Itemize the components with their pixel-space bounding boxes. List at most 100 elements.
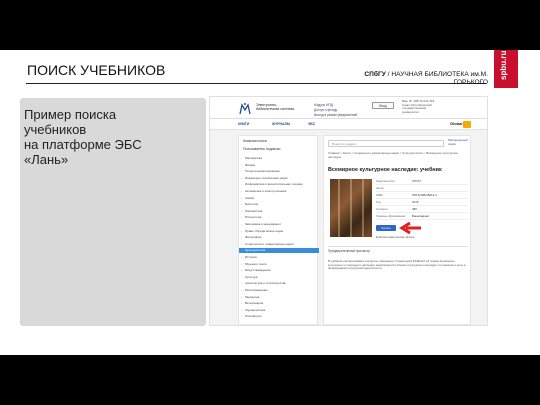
sidebar-category-item[interactable]: Журналистика: [245, 308, 265, 312]
subtitle-line: учебников: [24, 122, 87, 137]
nav-ebs[interactable]: ЭБС: [308, 122, 315, 126]
sidebar-category-item[interactable]: Информатика и вычислительная техника: [245, 182, 302, 186]
bibliographic-record-link[interactable]: Библиографическая запись: [376, 235, 415, 239]
lan-logo-icon[interactable]: [238, 102, 252, 116]
sidebar-category-item[interactable]: Психология: [245, 215, 261, 219]
sidebar-category-item[interactable]: Физика: [245, 163, 255, 167]
metadata-row: Уровень образования Бакалавриат: [376, 214, 468, 220]
sidebar-category-item[interactable]: Философия: [245, 235, 261, 239]
chevron-right-icon: ›: [241, 189, 242, 193]
brand-tab[interactable]: spbu.ru: [494, 50, 518, 88]
sidebar-category-item[interactable]: Биология: [245, 202, 258, 206]
book-cover[interactable]: [330, 179, 372, 237]
chevron-right-icon: ›: [241, 169, 242, 174]
brand-label: spbu.ru: [499, 50, 508, 80]
book-abstract: В учебнике рассматриваются вопросы, связ…: [328, 259, 466, 271]
chevron-right-icon: ›: [241, 281, 242, 286]
sidebar-category-item[interactable]: Химия: [245, 196, 254, 200]
slide: ПОИСК УЧЕБНИКОВ СПбГУ / НАУЧНАЯ БИБЛИОТЕ…: [0, 50, 540, 355]
sidebar-category-item[interactable]: Социология и гуманитарные науки: [245, 242, 293, 246]
subtitle-line: Пример поиска: [24, 107, 117, 122]
sidebar-category-item[interactable]: История: [245, 255, 257, 259]
metadata-key: ISBN: [376, 193, 383, 197]
header-link[interactable]: Выход в режим уведомлений: [314, 113, 357, 118]
chevron-right-icon: ›: [241, 248, 242, 253]
sidebar-category-item[interactable]: Инженерно-технические науки: [245, 176, 288, 180]
login-button[interactable]: Вход: [372, 102, 394, 109]
chevron-right-icon: ›: [241, 288, 242, 292]
advanced-search-link[interactable]: Расширенный поиск: [448, 138, 470, 146]
metadata-row: Год 2015: [376, 200, 468, 206]
metadata-value: Бакалавриат: [412, 214, 430, 218]
ebs-screenshot: Электронно- библиотечная система Модуль …: [209, 96, 488, 326]
search-input[interactable]: Поиск по разделу: [328, 140, 444, 147]
metadata-key: Уровень образования: [376, 214, 406, 218]
book-title: Всемирное культурное наследие: учебник: [328, 167, 442, 173]
ebs-header: Электронно- библиотечная система Модуль …: [210, 97, 487, 119]
category-sidebar: Книжная полка Пользователь подписки › Мат…: [238, 135, 319, 325]
ip-info: Ваш IP: 188.70.222.153 Санкт-Петербургск…: [402, 99, 464, 114]
sidebar-category-item[interactable]: Автоматика и электротехника: [245, 189, 286, 193]
chevron-right-icon: ›: [241, 268, 242, 273]
chevron-right-icon: ›: [241, 307, 242, 312]
subtitle-line: «Лань»: [24, 152, 69, 167]
cover-decor: [338, 179, 340, 237]
read-button[interactable]: Читать: [376, 225, 396, 231]
chevron-right-icon: ›: [241, 208, 242, 213]
chevron-right-icon: ›: [241, 235, 242, 240]
metadata-value: 480: [412, 207, 417, 211]
sidebar-category-item[interactable]: Психиатрия: [245, 314, 261, 318]
global-label[interactable]: Global: [450, 121, 462, 126]
metadata-value: СПбГУ: [412, 179, 422, 183]
nav-journals[interactable]: ЖУРНАЛЫ: [272, 122, 290, 126]
org-university: СПбГУ: [364, 71, 386, 78]
red-arrow-icon: [399, 221, 421, 235]
organization-caption: СПбГУ / НАУЧНАЯ БИБЛИОТЕКА им.М. ГОРЬКОГ…: [356, 71, 488, 87]
metadata-key: Год: [376, 200, 381, 204]
nav-books[interactable]: КНИГИ: [238, 122, 249, 126]
ebs-navbar: КНИГИ ЖУРНАЛЫ ЭБС Global: [210, 119, 487, 130]
sidebar-category-item[interactable]: Лингвистика: [245, 209, 262, 213]
chevron-right-icon: ›: [241, 195, 242, 200]
sidebar-category-item[interactable]: Культура: [245, 275, 257, 279]
header-links: Модуль ИПД Доступ к фонду Выход в режим …: [314, 103, 357, 118]
divider: [328, 246, 468, 247]
sidebar-category-item[interactable]: Искусствоведение: [245, 268, 271, 272]
breadcrumb[interactable]: Главная > Книги > Социально-гуманитарные…: [328, 151, 468, 159]
metadata-value: 2015: [412, 200, 419, 204]
metadata-key: Издательство: [376, 179, 395, 183]
sidebar-category-item[interactable]: Право. Юридические науки: [245, 229, 283, 233]
slide-title: ПОИСК УЧЕБНИКОВ: [27, 62, 166, 78]
sidebar-category-item[interactable]: Религиоведение: [245, 288, 268, 292]
sidebar-top-item[interactable]: Пользователь подписки: [243, 147, 280, 151]
preview-toggle[interactable]: Предварительный просмотр: [328, 249, 370, 253]
sidebar-category-item[interactable]: Экономика и менеджмент: [245, 222, 281, 226]
sidebar-category-item[interactable]: Медицина: [245, 295, 259, 299]
sidebar-category-item[interactable]: Ветеринария: [245, 301, 263, 305]
metadata-key: Страниц: [376, 207, 388, 211]
cover-decor: [362, 179, 364, 237]
logo-line: библиотечная система: [256, 107, 294, 111]
chevron-right-icon: ›: [241, 241, 242, 246]
chevron-right-icon: ›: [241, 228, 242, 233]
ip-line: университет: [402, 109, 420, 114]
metadata-row: Страниц 480: [376, 207, 468, 213]
chevron-right-icon: ›: [241, 261, 242, 266]
sidebar-category-item[interactable]: Музыка и театр: [245, 262, 267, 266]
sidebar-category-item[interactable]: Культурология: [245, 248, 265, 252]
chevron-right-icon: ›: [241, 222, 242, 226]
logo-text: Электронно- библиотечная система: [256, 103, 294, 111]
sidebar-top-item[interactable]: Книжная полка: [243, 139, 267, 143]
sidebar-category-item[interactable]: Архитектура и строительство: [245, 281, 286, 285]
sidebar-category-item[interactable]: Математика: [245, 156, 262, 160]
metadata-value: 978-5-288-05613-3: [412, 193, 437, 197]
chevron-right-icon: ›: [241, 215, 242, 220]
chevron-right-icon: ›: [241, 162, 242, 167]
chevron-right-icon: ›: [241, 202, 242, 207]
chevron-right-icon: ›: [241, 294, 242, 299]
chevron-right-icon: ›: [241, 301, 242, 306]
slide-subtitle: Пример поиска учебников на платформе ЭБС…: [24, 107, 199, 167]
metadata-row: Издательство СПбГУ: [376, 179, 468, 185]
book-detail: Поиск по разделу Расширенный поиск Главн…: [323, 135, 471, 325]
sidebar-category-item[interactable]: Теоретическая механика: [245, 169, 280, 173]
